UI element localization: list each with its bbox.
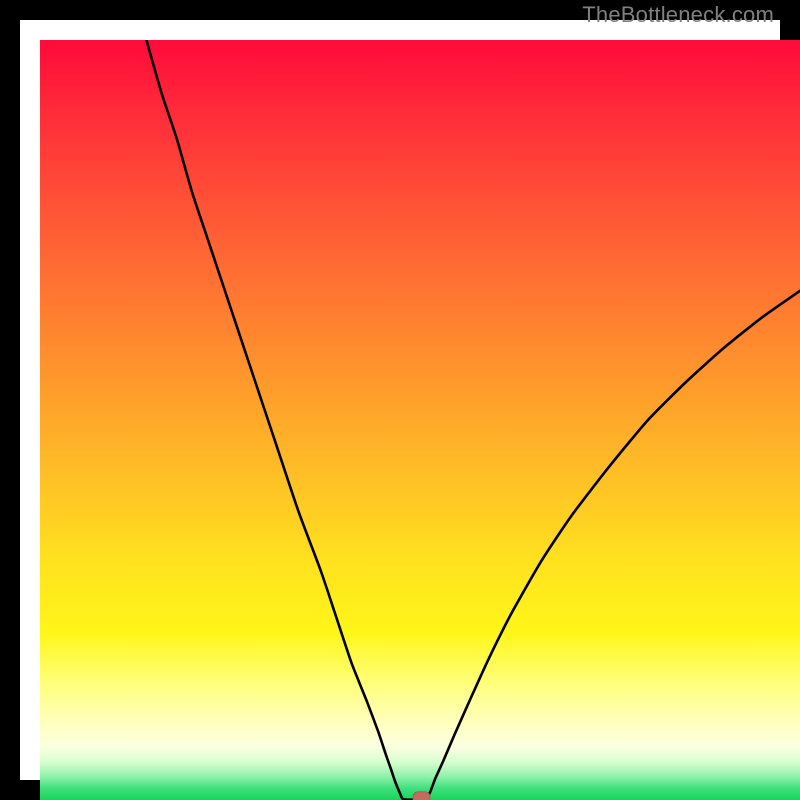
bottleneck-curve (146, 40, 800, 800)
marker-dot (413, 792, 430, 800)
plot-area (40, 40, 800, 800)
watermark-label: TheBottleneck.com (582, 2, 774, 28)
curve-layer (40, 40, 800, 800)
chart-frame (0, 0, 800, 800)
